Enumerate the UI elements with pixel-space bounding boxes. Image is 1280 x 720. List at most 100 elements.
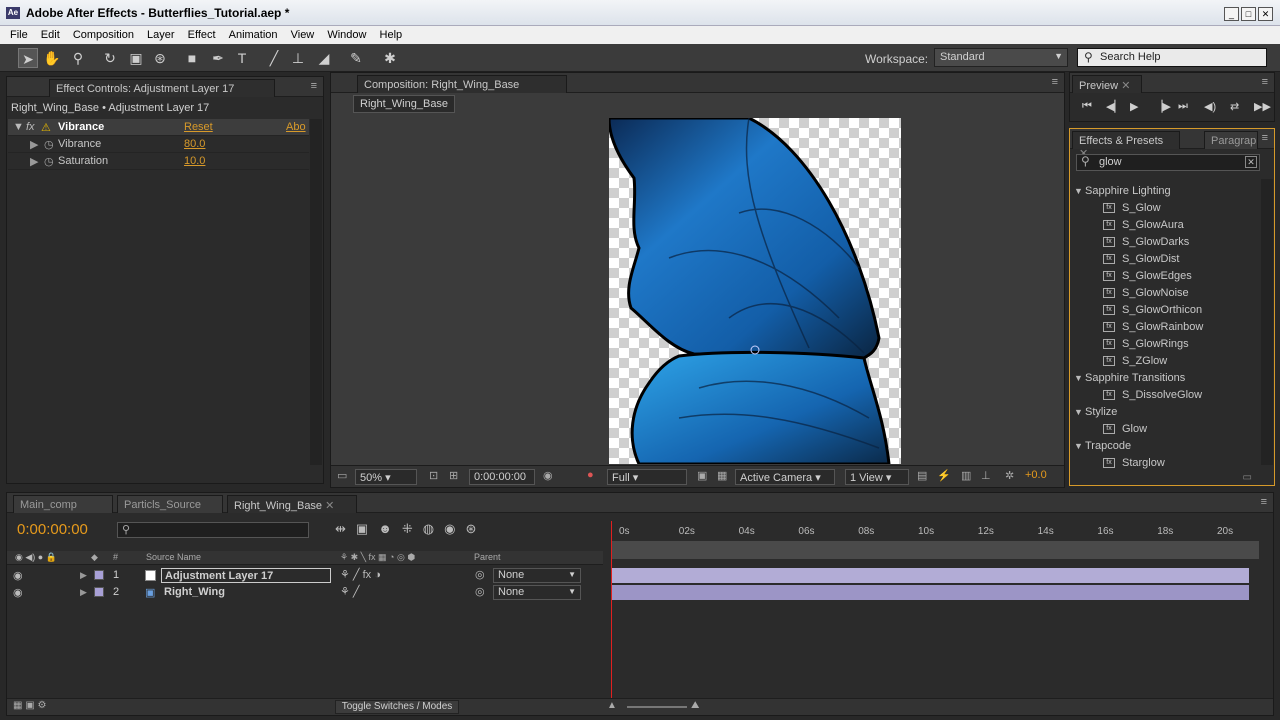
effect-item[interactable]: fx S_GlowRainbow [1070,319,1258,336]
clone-stamp-tool-icon[interactable]: ⊥ [288,48,308,68]
label-color-swatch[interactable] [94,570,104,580]
audio-icon[interactable]: ◀) [1204,100,1216,113]
always-preview-icon[interactable]: ▭ [337,469,347,485]
time-ruler[interactable]: 0s 02s 04s 06s 08s 10s 12s 14s 16s 18s 20s [611,523,1259,541]
panel-menu-icon[interactable]: ≡ [1262,132,1268,144]
last-frame-icon[interactable]: ⏭ [1178,100,1188,113]
current-time-indicator[interactable] [611,521,612,699]
effects-search-input[interactable]: ⚲ glow ✕ [1076,154,1260,171]
zoom-in-icon[interactable]: ⛰ [691,700,699,711]
label-icon[interactable]: ◆ [91,552,98,563]
av-features-icons[interactable]: ◉ ◀) ● 🔒 [15,552,57,563]
expand-triangle-icon[interactable]: ▶ [30,138,38,151]
zoom-tool-icon[interactable]: ⚲ [68,48,88,68]
exposure-value[interactable]: +0.0 [1025,469,1047,485]
menu-effect[interactable]: Effect [183,27,221,43]
zoom-slider[interactable] [627,706,687,708]
parent-dropdown[interactable]: None ▼ [493,568,581,583]
roto-brush-tool-icon[interactable]: ✎ [346,48,366,68]
close-icon[interactable]: ✕ [325,500,334,512]
ram-preview-icon[interactable]: ▶▶ [1254,100,1271,113]
eye-icon[interactable]: ◉ [13,586,23,599]
param-value[interactable]: 80.0 [184,138,205,150]
work-area-bar[interactable] [611,541,1259,559]
comp-breadcrumb[interactable]: Right_Wing_Base [353,95,456,113]
effect-category-item[interactable]: ▼ Trapcode [1070,438,1258,455]
selection-tool-icon[interactable]: ➤ [18,48,38,68]
expand-triangle-icon[interactable]: ▶ [80,587,87,598]
brainstorm-icon[interactable]: ◉ [444,521,465,536]
close-button[interactable]: ✕ [1258,7,1273,21]
effect-item[interactable]: fx S_GlowDarks [1070,234,1258,251]
clear-search-icon[interactable]: ✕ [1245,156,1257,168]
brush-tool-icon[interactable]: ╱ [264,48,284,68]
layer-name[interactable]: Right_Wing [161,585,228,600]
previous-frame-icon[interactable]: ◀▏ [1106,100,1123,113]
effect-header-row[interactable]: ▼ fx ⚠ Vibrance Reset Abo [8,119,309,136]
current-time-display[interactable]: 0:00:00:00 [469,469,535,485]
expand-triangle-icon[interactable]: ▼ [1074,373,1083,383]
footer-icons[interactable]: ▦ ▣ ⚙ [13,700,46,711]
tab-effect-controls[interactable]: Effect Controls: Adjustment Layer 17 [49,79,275,97]
new-folder-icon[interactable]: ▭ [1243,472,1252,483]
expand-triangle-icon[interactable]: ▼ [1074,186,1083,196]
param-value[interactable]: 10.0 [184,155,205,167]
camera-tool-icon[interactable]: ▣ [126,48,146,68]
expand-triangle-icon[interactable]: ▼ [1074,407,1083,417]
graph-editor-icon[interactable]: ⊛ [465,521,486,536]
play-icon[interactable]: ▶ [1130,100,1138,113]
composition-canvas[interactable] [609,118,901,464]
toggle-switches-modes-button[interactable]: Toggle Switches / Modes [335,700,459,714]
rotate-tool-icon[interactable]: ↻ [100,48,120,68]
eye-icon[interactable]: ◉ [13,569,23,582]
menu-view[interactable]: View [286,27,320,43]
roi-icon[interactable]: ▣ [697,469,707,485]
rectangle-tool-icon[interactable]: ■ [182,48,202,68]
expand-triangle-icon[interactable]: ▼ [13,121,24,133]
tab-right-wing-base[interactable]: Right_Wing_Base ✕ [227,495,357,513]
about-link[interactable]: Abo [286,121,306,133]
zoom-out-icon[interactable]: ▲ [607,700,617,711]
effect-controls-scrollbar[interactable] [310,119,322,465]
effect-item[interactable]: fx S_DissolveGlow [1070,387,1258,404]
reset-exposure-icon[interactable]: ✲ [1005,469,1014,485]
effect-category-item[interactable]: ▼ Stylize [1070,404,1258,421]
reset-link[interactable]: Reset [184,121,213,133]
menu-layer[interactable]: Layer [142,27,180,43]
stopwatch-icon[interactable]: ◷ [44,155,54,168]
snapshot-icon[interactable]: ◉ [543,469,553,485]
effect-category-item[interactable]: ▼ Sapphire Transitions [1070,370,1258,387]
camera-dropdown[interactable]: Active Camera ▾ [735,469,835,485]
panel-menu-icon[interactable]: ≡ [1261,496,1267,508]
tab-paragraph[interactable]: Paragrap [1204,131,1258,149]
loop-icon[interactable]: ⇄ [1230,100,1239,113]
hide-shy-layers-icon[interactable]: ☻ [378,521,402,536]
effect-category-item[interactable]: ▼ Sapphire Lighting [1070,183,1258,200]
search-help-input[interactable]: ⚲ Search Help [1077,48,1267,67]
eraser-tool-icon[interactable]: ◢ [314,48,334,68]
workspace-dropdown[interactable]: Standard ▼ [934,48,1068,67]
expand-triangle-icon[interactable]: ▶ [30,155,38,168]
parent-dropdown[interactable]: None ▼ [493,585,581,600]
fx-icon[interactable]: fx [26,121,35,133]
layer-switches[interactable]: ⚘ ╱ fx ◑ [340,568,381,581]
timeline-timecode[interactable]: 0:00:00:00 [17,521,88,538]
effect-item[interactable]: fx Glow [1070,421,1258,438]
expand-triangle-icon[interactable]: ▶ [80,570,87,581]
label-color-swatch[interactable] [94,587,104,597]
effect-item[interactable]: fx S_GlowOrthicon [1070,302,1258,319]
menu-animation[interactable]: Animation [224,27,283,43]
effect-item[interactable]: fx S_ZGlow [1070,353,1258,370]
effects-scrollbar[interactable] [1261,179,1273,465]
col-source-name[interactable]: Source Name [146,552,201,562]
layer-switches[interactable]: ⚘ ╱ [340,585,360,598]
effect-item[interactable]: fx S_GlowDist [1070,251,1258,268]
layer-name[interactable]: Adjustment Layer 17 [161,568,331,583]
expand-triangle-icon[interactable]: ▼ [1074,441,1083,451]
panel-menu-icon[interactable]: ≡ [1052,76,1058,88]
pickwhip-icon[interactable]: ◎ [475,585,485,598]
layer-row[interactable]: ◉ ▶ 1 Adjustment Layer 17 ⚘ ╱ fx ◑ ◎ Non… [7,567,603,584]
frame-blending-icon[interactable]: ⁜ [402,521,423,536]
transparency-grid-icon[interactable]: ▦ [717,469,727,485]
fit-icon[interactable]: ⊡ [429,469,438,485]
